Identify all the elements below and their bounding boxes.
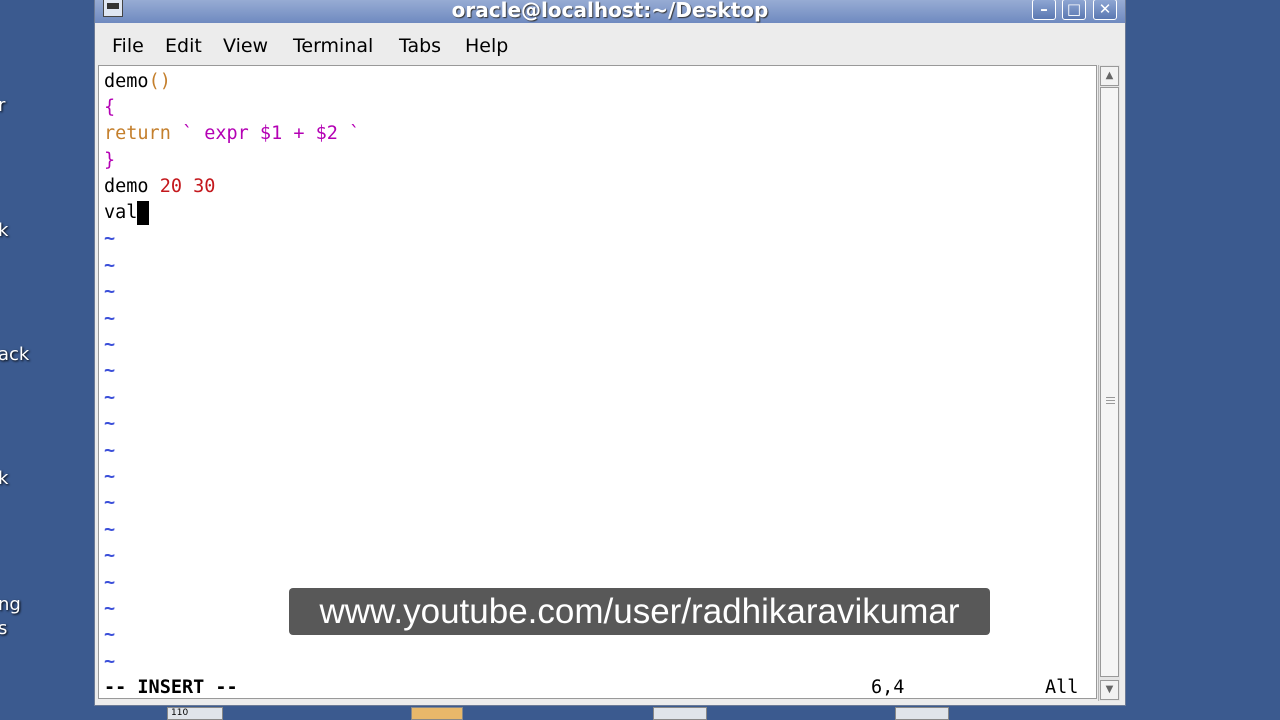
empty-line-marker: ~	[104, 466, 116, 487]
watermark-banner: www.youtube.com/user/radhikaravikumar	[289, 588, 990, 635]
menu-file[interactable]: File	[112, 35, 144, 57]
code-keyword: return	[104, 123, 171, 144]
vertical-scrollbar[interactable]: ▲ ▼	[1098, 65, 1120, 701]
code-line: {	[104, 97, 116, 118]
scroll-thumb[interactable]	[1100, 87, 1119, 677]
empty-line-marker: ~	[104, 440, 116, 461]
taskbar-item[interactable]: 110	[167, 707, 223, 720]
desktop-icon-label[interactable]: ng	[0, 594, 21, 615]
window-title: oracle@localhost:~/Desktop	[451, 0, 769, 22]
scroll-grip-icon	[1106, 397, 1115, 398]
code-command: demo	[104, 176, 149, 197]
empty-line-marker: ~	[104, 308, 116, 329]
scroll-percentage: All	[1045, 677, 1079, 698]
desktop-icon-label[interactable]: ack	[0, 344, 29, 365]
scroll-up-arrow[interactable]: ▲	[1100, 66, 1119, 86]
empty-line-marker: ~	[104, 624, 116, 645]
desktop-icon-label[interactable]: k	[0, 220, 8, 241]
empty-line-marker: ~	[104, 281, 116, 302]
empty-line-marker: ~	[104, 360, 116, 381]
menu-tabs[interactable]: Tabs	[399, 35, 441, 57]
empty-line-marker: ~	[104, 255, 116, 276]
cursor-position: 6,4	[871, 677, 905, 698]
code-function-name: demo	[104, 71, 149, 92]
empty-line-marker: ~	[104, 572, 116, 593]
empty-line-marker: ~	[104, 651, 116, 672]
menu-help[interactable]: Help	[465, 35, 508, 57]
scroll-down-arrow[interactable]: ▼	[1100, 680, 1119, 700]
empty-line-marker: ~	[104, 413, 116, 434]
desktop-icon-label[interactable]: k	[0, 468, 8, 489]
code-line: val	[104, 200, 150, 226]
empty-line-marker: ~	[104, 387, 116, 408]
empty-line-marker: ~	[104, 492, 116, 513]
empty-line-marker: ~	[104, 598, 116, 619]
vim-mode-indicator: -- INSERT --	[104, 677, 238, 698]
code-parens: ()	[148, 71, 171, 92]
taskbar-folder-item[interactable]	[411, 707, 463, 720]
maximize-button[interactable]: □	[1062, 0, 1086, 20]
code-args: 20 30	[148, 176, 216, 197]
menu-bar: File Edit View Terminal Tabs Help	[95, 27, 1125, 65]
code-line: demo 20 30	[104, 174, 215, 200]
taskbar-terminal-item[interactable]	[653, 707, 707, 720]
code-line: return ` expr $1 + $2 `	[104, 121, 360, 147]
text-cursor	[137, 201, 150, 225]
minimize-button[interactable]: –	[1032, 0, 1056, 20]
empty-line-marker: ~	[104, 519, 116, 540]
title-bar[interactable]: oracle@localhost:~/Desktop – □ ✕	[95, 0, 1125, 23]
desktop-icon-label[interactable]: s	[0, 618, 7, 639]
taskbar-terminal-item[interactable]	[895, 707, 949, 720]
code-line: demo()	[104, 69, 171, 95]
empty-line-marker: ~	[104, 545, 116, 566]
desktop-icon-label[interactable]: r	[0, 95, 5, 116]
menu-edit[interactable]: Edit	[165, 35, 202, 57]
code-text: val	[104, 202, 138, 223]
menu-terminal[interactable]: Terminal	[293, 35, 373, 57]
close-button[interactable]: ✕	[1093, 0, 1117, 20]
menu-view[interactable]: View	[223, 35, 268, 57]
empty-line-marker: ~	[104, 228, 116, 249]
code-line: }	[104, 150, 116, 171]
code-expression: ` expr $1 + $2 `	[170, 123, 361, 144]
empty-line-marker: ~	[104, 334, 116, 355]
